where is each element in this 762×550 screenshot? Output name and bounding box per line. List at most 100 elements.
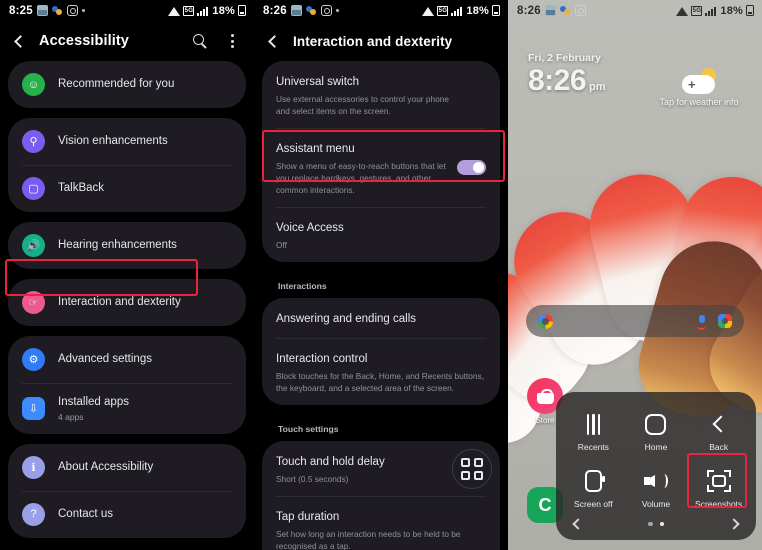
gallery-icon: [544, 5, 556, 16]
assistant-button-screenshots[interactable]: Screenshots: [687, 461, 750, 518]
assistant-button-recents[interactable]: Recents: [562, 404, 625, 461]
list-item-title: Answering and ending calls: [276, 313, 417, 326]
list-item-description: Set how long an interaction needs to be …: [276, 529, 461, 550]
gear-icon: ⚙: [22, 348, 45, 371]
assistant-button-label: Home: [644, 442, 668, 452]
battery-icon: [492, 5, 500, 16]
list-item[interactable]: 🔊 Hearing enhancements: [8, 222, 246, 269]
battery-icon: [746, 5, 754, 16]
list-item[interactable]: ▢ TalkBack: [8, 165, 246, 212]
list-item-description: Off: [276, 240, 287, 251]
info-icon: ℹ: [22, 455, 45, 479]
page-title: Interaction and dexterity: [293, 33, 453, 49]
chevron-right-icon[interactable]: [728, 518, 740, 530]
assistant-button-home[interactable]: Home: [625, 404, 688, 461]
chevron-left-icon[interactable]: [572, 518, 584, 530]
list-item[interactable]: ? Contact us: [8, 490, 246, 538]
clock-ampm: pm: [589, 81, 606, 93]
wifi-icon: [422, 6, 435, 16]
list-item[interactable]: ☺ Recommended for you: [8, 61, 246, 108]
clock-date: Fri, 2 February: [528, 52, 601, 64]
list-item-title: Interaction control: [276, 353, 368, 366]
hand-tap-icon: ☞: [22, 291, 45, 314]
assistant-button-screen-off[interactable]: Screen off: [562, 461, 625, 518]
panel-accessibility: 8:25 5G 18% Accessibility ☺ Recommended …: [0, 0, 254, 550]
list-item-interaction-control[interactable]: Interaction control Block touches for th…: [262, 338, 500, 405]
chevron-left-icon[interactable]: [268, 34, 281, 48]
wifi-icon: [168, 6, 181, 16]
kebab-menu-icon[interactable]: [223, 32, 241, 50]
google-g-icon: [538, 313, 553, 329]
status-time: 8:26: [263, 4, 287, 17]
list-item-label: Installed apps: [58, 396, 129, 408]
list-item-voice-access[interactable]: Voice Access Off: [262, 207, 500, 262]
screen-off-icon: [562, 468, 625, 494]
interaction-header: Interaction and dexterity: [254, 21, 508, 61]
list-item-label: Interaction and dexterity: [58, 296, 181, 309]
instagram-icon: [574, 5, 586, 16]
list-item-description: Block touches for the Back, Home, and Re…: [276, 371, 484, 394]
lockscreen-clock-widget[interactable]: Fri, 2 February 8:26 pm: [528, 52, 606, 96]
list-item-description: Show a menu of easy-to-reach buttons tha…: [276, 161, 446, 196]
more-notifications-dot-icon: [335, 9, 339, 12]
flower-wallpaper-graphic: [508, 95, 762, 453]
list-item-label: Hearing enhancements: [58, 239, 177, 252]
assistant-menu-toggle[interactable]: [457, 160, 486, 176]
weather-widget[interactable]: + Tap for weather info: [644, 68, 754, 107]
group-hearing: 🔊 Hearing enhancements: [8, 222, 246, 269]
group-vision: ⚲ Vision enhancements ▢ TalkBack: [8, 118, 246, 212]
sim-icon: 5G: [691, 5, 703, 16]
color-dots-icon: [559, 5, 571, 16]
section-header-touch-settings: Touch settings: [278, 424, 339, 435]
interaction-list[interactable]: Universal switch Use external accessorie…: [254, 61, 508, 550]
more-notifications-dot-icon: [81, 9, 85, 12]
sim-icon: 5G: [437, 5, 449, 16]
google-lens-icon[interactable]: [718, 314, 732, 328]
assistant-button-label: Screenshots: [695, 499, 743, 509]
google-search-bar[interactable]: [526, 305, 744, 337]
instagram-icon: [320, 5, 332, 16]
list-item[interactable]: ⚙ Advanced settings: [8, 336, 246, 383]
assistant-button-back[interactable]: Back: [687, 404, 750, 461]
list-item[interactable]: ⚲ Vision enhancements: [8, 118, 246, 165]
download-box-icon: ⇩: [22, 396, 45, 420]
section-header-interactions: Interactions: [278, 281, 327, 292]
back-chevron-icon: [687, 411, 750, 437]
list-item-label: Vision enhancements: [58, 135, 168, 148]
microphone-icon[interactable]: [695, 314, 708, 330]
instagram-icon: [66, 5, 78, 16]
magnifier-icon: ⚲: [22, 130, 45, 153]
assistant-button-volume[interactable]: Volume: [625, 461, 688, 518]
list-item-label: Advanced settings: [58, 353, 152, 366]
list-item-tap-duration[interactable]: Tap duration Set how long an interaction…: [262, 496, 500, 550]
list-item-assistant-menu[interactable]: Assistant menu Show a menu of easy-to-re…: [262, 128, 500, 207]
three-panel-screenshot: 8:25 5G 18% Accessibility ☺ Recommended …: [0, 0, 762, 550]
status-bar-home: 8:26 5G 18%: [508, 0, 762, 21]
assistant-button-label: Screen off: [574, 499, 613, 509]
screenshot-icon: [687, 468, 750, 494]
search-icon[interactable]: [191, 32, 209, 50]
list-item-label: Contact us: [58, 507, 113, 520]
assistant-menu-overlay[interactable]: Recents Home Back Screen off Volume Scre…: [556, 392, 756, 540]
more-notifications-dot-icon: [589, 9, 593, 12]
group-interaction: ☞ Interaction and dexterity: [8, 279, 246, 326]
signal-bars-icon: [705, 6, 717, 16]
list-item[interactable]: ℹ About Accessibility: [8, 444, 246, 491]
accessibility-person-icon: ☺: [22, 73, 45, 96]
list-item-touch-and-hold-delay[interactable]: Touch and hold delay Short (0.5 seconds): [262, 441, 500, 496]
list-item-answering-calls[interactable]: Answering and ending calls: [262, 298, 500, 338]
list-item-title: Touch and hold delay: [276, 456, 385, 469]
panel-home-screen: 8:26 5G 18% Fri, 2 February 8:26 pm + Ta…: [508, 0, 762, 550]
list-item-label: TalkBack: [58, 182, 105, 195]
sidebar-item-interaction-and-dexterity[interactable]: ☞ Interaction and dexterity: [8, 279, 246, 326]
group-advanced: ⚙ Advanced settings ⇩ Installed apps 4 a…: [8, 336, 246, 434]
accessibility-list[interactable]: ☺ Recommended for you ⚲ Vision enhanceme…: [0, 61, 254, 550]
list-item-title: Universal switch: [276, 76, 360, 88]
recents-bars-icon: [562, 411, 625, 437]
chevron-left-icon[interactable]: [14, 34, 27, 48]
color-dots-icon: [51, 5, 63, 16]
gallery-icon: [290, 5, 302, 16]
list-item-universal-switch[interactable]: Universal switch Use external accessorie…: [262, 61, 500, 128]
group-recommended: ☺ Recommended for you: [8, 61, 246, 108]
list-item[interactable]: ⇩ Installed apps 4 apps: [8, 383, 246, 434]
